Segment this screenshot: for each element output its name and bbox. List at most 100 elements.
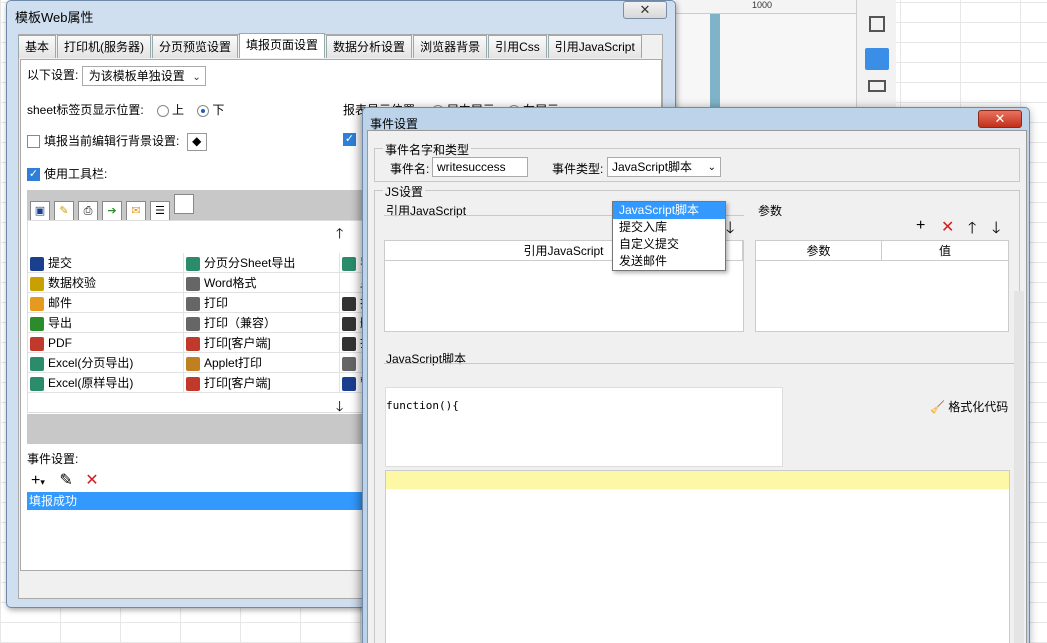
arrow-up-icon[interactable]: 🡑 xyxy=(336,223,343,247)
params-label: 参数 xyxy=(758,204,783,218)
toolbar-item[interactable]: Excel(原样导出) xyxy=(28,373,184,392)
right-toolbar xyxy=(856,0,896,110)
toolbar-item-row: 邮件打印插 xyxy=(28,293,388,313)
delete-icon[interactable]: ✕ xyxy=(941,217,954,237)
toolbar-item[interactable]: 打印 xyxy=(184,293,340,312)
edit-icon[interactable]: ✎ xyxy=(59,472,72,489)
toolbar-item-label: Word格式 xyxy=(204,276,257,290)
toolbar-item-label: Excel(原样导出) xyxy=(48,376,134,390)
format-code-button[interactable]: 🧹 格式化代码 xyxy=(930,398,1008,415)
tab-5[interactable]: 浏览器背景 xyxy=(413,35,488,58)
toolbar-item-label: 打印（兼容） xyxy=(204,316,277,330)
delete-icon[interactable]: ✕ xyxy=(85,472,98,489)
ref-js-label: 引用JavaScript xyxy=(386,204,467,218)
js-script-divider xyxy=(384,363,1018,364)
chevron-down-icon: ⌄ xyxy=(707,162,716,173)
toolbar-item[interactable]: 提交 xyxy=(28,253,184,272)
pencil-icon[interactable]: ✎ xyxy=(54,201,74,221)
toolbar-item[interactable]: 打印（兼容） xyxy=(184,313,340,332)
toolbar-items-grid: 提交分页分Sheet导出导数据校验Word格式显邮件打印插导出打印（兼容）删PD… xyxy=(28,253,388,393)
toolbar-item[interactable]: PDF xyxy=(28,333,184,352)
toolbar-item[interactable]: 邮件 xyxy=(28,293,184,312)
toolbar-item-label: 提交 xyxy=(48,256,73,270)
toolbar-item[interactable]: 打印[客户端] xyxy=(184,333,340,352)
function-signature: function(){ xyxy=(386,399,459,412)
tab-0[interactable]: 基本 xyxy=(18,35,57,58)
settings-select[interactable]: 为该模板单独设置 ⌄ xyxy=(81,66,206,86)
settings-select-value: 为该模板单独设置 xyxy=(88,69,185,83)
toolbar-item-icon xyxy=(30,256,44,271)
toolbar-item-label: 分页分Sheet导出 xyxy=(204,256,296,270)
name-type-legend: 事件名字和类型 xyxy=(383,141,472,158)
radio-up[interactable] xyxy=(157,104,170,117)
js-code-editor[interactable] xyxy=(385,470,1010,643)
toolbar-item[interactable]: 打印[客户端] xyxy=(184,373,340,392)
close-button[interactable]: ✕ xyxy=(978,110,1022,128)
tab-4[interactable]: 数据分析设置 xyxy=(326,35,413,58)
settings-label: 以下设置: xyxy=(27,68,79,83)
insert-row-icon[interactable]: ☰ xyxy=(150,201,170,221)
event-name-input[interactable]: writesuccess xyxy=(432,157,528,177)
toolbar-item[interactable]: 导出 xyxy=(28,313,184,332)
add-icon[interactable]: + xyxy=(916,217,925,235)
chevron-down-icon[interactable]: ▾ xyxy=(40,477,45,487)
dialog-body: 事件名字和类型 事件名: writesuccess 事件类型: JavaScri… xyxy=(367,130,1027,643)
toolbar-item[interactable]: 数据校验 xyxy=(28,273,184,292)
dropdown-option[interactable]: 发送邮件 xyxy=(613,253,725,270)
js-settings-legend: JS设置 xyxy=(383,183,426,200)
use-toolbar-row: ✓ 使用工具栏: xyxy=(27,165,107,182)
events-list: 填报成功 xyxy=(27,492,387,570)
dropdown-option[interactable]: 自定义提交 xyxy=(613,236,725,253)
broom-icon: 🧹 xyxy=(930,400,945,414)
toolbar-item-icon xyxy=(342,276,356,291)
layout-icon[interactable] xyxy=(868,80,886,92)
use-toolbar-checkbox[interactable]: ✓ xyxy=(27,168,40,182)
tab-6[interactable]: 引用Css xyxy=(488,35,547,58)
add-icon[interactable]: + xyxy=(31,472,40,489)
print-icon[interactable]: ⎙ xyxy=(78,201,98,221)
toolbar-item-icon xyxy=(30,336,44,351)
tab-7[interactable]: 引用JavaScript xyxy=(547,35,642,58)
toolbar-item-icon xyxy=(186,376,200,391)
paint-bucket-icon[interactable]: ◆ xyxy=(186,132,207,151)
event-item[interactable]: 填报成功 xyxy=(27,492,387,510)
scrollbar[interactable] xyxy=(1014,291,1024,643)
tab-2[interactable]: 分页预览设置 xyxy=(152,35,239,58)
toolbar-item-icon xyxy=(342,296,356,311)
fill-bg-checkbox[interactable] xyxy=(27,135,40,149)
right-checkbox[interactable]: ✓ xyxy=(343,133,356,147)
toolbar-item-icon xyxy=(30,376,44,391)
toolbar-item-icon xyxy=(186,296,200,311)
crop-icon[interactable] xyxy=(869,16,885,32)
toolbar-item-label: 邮件 xyxy=(48,296,73,310)
mail-icon[interactable]: ✉ xyxy=(126,201,146,221)
toolbar-item[interactable]: Excel(分页导出) xyxy=(28,353,184,372)
dropdown-option[interactable]: 提交入库 xyxy=(613,219,725,236)
tab-3[interactable]: 填报页面设置 xyxy=(239,33,326,58)
chevron-down-icon: ⌄ xyxy=(192,72,201,83)
toolbar-item[interactable]: Applet打印 xyxy=(184,353,340,372)
param-name-column-header: 参数 xyxy=(756,241,882,260)
radio-down[interactable] xyxy=(197,104,210,117)
toolbar-item-icon xyxy=(342,376,356,391)
radio-up-label: 上 xyxy=(172,103,185,117)
blank-icon[interactable] xyxy=(174,194,194,214)
background-canvas xyxy=(676,14,856,114)
tab-1[interactable]: 打印机(服务器) xyxy=(57,35,152,58)
toolbar-item[interactable]: 分页分Sheet导出 xyxy=(184,253,340,272)
param-value-column-header: 值 xyxy=(938,244,951,258)
toolbar-item-icon xyxy=(186,256,200,271)
toolbar-item-row: Excel(原样导出)打印[客户端]暂 xyxy=(28,373,388,393)
fill-bg-label: 填报当前编辑行背景设置: xyxy=(44,134,180,148)
toolbar-item[interactable]: Word格式 xyxy=(184,273,340,292)
dropdown-option[interactable]: JavaScript脚本 xyxy=(613,202,725,219)
toolbar-item-label: 导出 xyxy=(48,316,73,330)
export-icon[interactable]: ➔ xyxy=(102,201,122,221)
dropdown-widget-icon[interactable] xyxy=(865,48,889,70)
toolbar-preview: ▣ ✎ ⎙ ➔ ✉ ☰ xyxy=(27,190,387,221)
save-icon[interactable]: ▣ xyxy=(30,201,50,221)
event-type-select[interactable]: JavaScript脚本 ⌄ xyxy=(607,157,721,177)
close-button[interactable]: ✕ xyxy=(623,1,667,19)
toolbar-item-icon xyxy=(30,276,44,291)
format-code-label: 格式化代码 xyxy=(948,400,1009,414)
